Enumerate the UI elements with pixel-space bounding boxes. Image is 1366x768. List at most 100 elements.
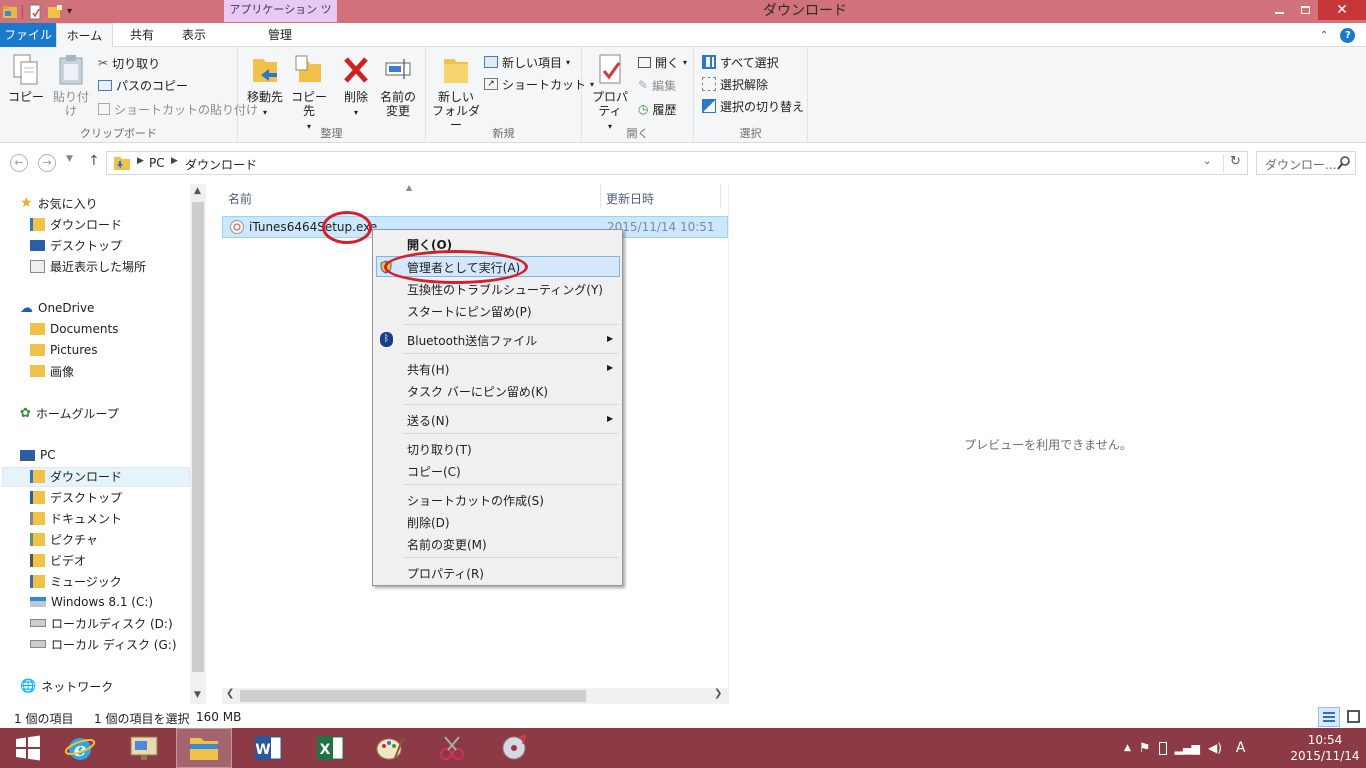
forward-button[interactable]: → xyxy=(38,154,56,172)
taskbar-ie[interactable]: e xyxy=(52,728,108,768)
menu-item-send-to[interactable]: 送る(N) xyxy=(407,412,449,429)
back-button[interactable]: ← xyxy=(10,154,28,172)
ribbon-collapse-icon[interactable]: ⌃ xyxy=(1320,30,1328,41)
column-divider[interactable] xyxy=(600,184,601,208)
nav-network[interactable]: 🌐 ネットワーク xyxy=(20,676,113,696)
action-center-flag-icon[interactable]: ⚑ xyxy=(1139,741,1151,756)
volume-icon[interactable]: ◀) xyxy=(1208,741,1222,755)
menu-item-cut[interactable]: 切り取り(T) xyxy=(407,441,472,458)
taskbar-file-explorer[interactable] xyxy=(176,728,232,768)
select-none-button[interactable]: 選択解除 xyxy=(702,74,768,94)
nav-scroll-down-icon[interactable]: ▼ xyxy=(194,690,201,700)
scroll-left-icon[interactable]: ❮ xyxy=(226,688,234,699)
taskbar-excel[interactable]: X xyxy=(302,728,358,768)
open-button[interactable]: 開く ▾ xyxy=(638,52,687,72)
nav-drive-g[interactable]: ローカル ディスク (G:) xyxy=(30,634,177,654)
tab-view[interactable]: 表示 xyxy=(172,23,216,47)
menu-item-troubleshoot-compat[interactable]: 互換性のトラブルシューティング(Y) xyxy=(407,281,603,298)
new-folder-icon[interactable] xyxy=(47,4,63,20)
menu-item-properties[interactable]: プロパティ(R) xyxy=(407,565,484,582)
refresh-button[interactable]: ↻ xyxy=(1223,154,1247,172)
horizontal-scrollbar[interactable]: ❮ ❯ xyxy=(222,688,728,704)
breadcrumb-pc[interactable]: PC xyxy=(149,156,165,170)
new-folder-button[interactable]: 新しい フォルダー xyxy=(430,53,482,132)
history-button[interactable]: ◷ 履歴 xyxy=(638,99,677,119)
nav-fav-recent[interactable]: 最近表示した場所 xyxy=(30,256,146,276)
nav-pc-desktop[interactable]: デスクトップ xyxy=(30,487,122,507)
properties-icon[interactable] xyxy=(27,4,43,20)
nav-onedrive-pictures[interactable]: Pictures xyxy=(30,340,98,360)
nav-drive-d[interactable]: ローカルディスク (D:) xyxy=(30,613,173,633)
battery-icon[interactable] xyxy=(1158,741,1167,755)
tray-expand-icon[interactable]: ▲ xyxy=(1124,743,1131,753)
taskbar-paint[interactable] xyxy=(362,728,418,768)
taskbar-snipping-tool[interactable] xyxy=(424,728,480,768)
nav-onedrive-images[interactable]: 画像 xyxy=(30,361,74,381)
network-signal-icon[interactable]: ▂▄▆ xyxy=(1175,742,1200,755)
edit-button[interactable]: ✎ 編集 xyxy=(638,75,676,95)
qat-customize-icon[interactable]: ▾ xyxy=(67,6,72,17)
nav-scroll-up-icon[interactable]: ▲ xyxy=(194,186,201,196)
invert-selection-button[interactable]: 選択の切り替え xyxy=(702,96,804,116)
taskbar-word[interactable]: W xyxy=(240,728,296,768)
taskbar-media-app[interactable] xyxy=(486,728,542,768)
column-header-name[interactable]: 名前 xyxy=(228,190,252,207)
copy-to-button[interactable]: コピー先 ▾ xyxy=(286,53,332,134)
menu-item-copy[interactable]: コピー(C) xyxy=(407,463,461,480)
tab-home[interactable]: ホーム xyxy=(56,23,113,48)
tab-file[interactable]: ファイル xyxy=(0,23,56,47)
easy-access-button[interactable]: ↗ ショートカット ▾ xyxy=(484,74,594,94)
help-icon[interactable]: ? xyxy=(1340,27,1356,43)
menu-item-rename[interactable]: 名前の変更(M) xyxy=(407,536,487,553)
nav-pc-documents[interactable]: ドキュメント xyxy=(30,508,122,528)
up-button[interactable]: ↑ xyxy=(88,153,100,169)
minimize-button[interactable] xyxy=(1266,0,1292,20)
nav-scrollbar-thumb[interactable] xyxy=(192,202,204,672)
folder-app-icon[interactable] xyxy=(2,4,18,20)
restore-button[interactable] xyxy=(1292,0,1318,20)
menu-item-pin-taskbar[interactable]: タスク バーにピン留め(K) xyxy=(407,383,548,400)
copy-button[interactable]: コピー xyxy=(8,53,44,104)
menu-item-share[interactable]: 共有(H) xyxy=(407,361,449,378)
nav-fav-downloads[interactable]: ダウンロード xyxy=(30,214,122,234)
scroll-right-icon[interactable]: ❯ xyxy=(714,688,722,699)
cut-button[interactable]: ✂ 切り取り xyxy=(98,53,160,73)
recent-locations-button[interactable]: ▼ xyxy=(66,154,73,164)
ime-mode-indicator[interactable]: A xyxy=(1236,740,1246,756)
menu-item-delete[interactable]: 削除(D) xyxy=(407,514,450,531)
menu-item-create-shortcut[interactable]: ショートカットの作成(S) xyxy=(407,492,544,509)
breadcrumb-downloads[interactable]: ダウンロード xyxy=(185,156,257,173)
close-button[interactable]: ✕ xyxy=(1318,0,1366,20)
move-to-button[interactable]: 移動先 ▾ xyxy=(242,53,288,120)
menu-item-pin-start[interactable]: スタートにピン留め(P) xyxy=(407,303,532,320)
delete-button[interactable]: 削除 ▾ xyxy=(338,53,374,120)
address-history-dropdown-icon[interactable]: ⌄ xyxy=(1203,156,1211,167)
nav-pc-downloads[interactable]: ダウンロード xyxy=(30,466,122,486)
nav-pc-pictures[interactable]: ピクチャ xyxy=(30,529,98,549)
breadcrumb-separator-icon[interactable]: ▶ xyxy=(171,156,178,166)
search-box[interactable]: ダウンロー... xyxy=(1256,151,1356,175)
copy-path-button[interactable]: パスのコピー xyxy=(98,75,188,95)
nav-onedrive-documents[interactable]: Documents xyxy=(30,319,118,339)
address-bar[interactable]: ▶ PC ▶ ダウンロード ⌄ ↻ xyxy=(106,151,1248,175)
properties-button[interactable]: プロパティ ▾ xyxy=(586,53,634,134)
paste-shortcut-button[interactable]: ショートカットの貼り付け xyxy=(98,99,258,119)
paste-button[interactable]: 貼り付け xyxy=(50,53,92,118)
start-button[interactable] xyxy=(0,728,56,768)
nav-drive-c[interactable]: Windows 8.1 (C:) xyxy=(30,592,153,612)
tab-share[interactable]: 共有 xyxy=(120,23,164,47)
horizontal-scrollbar-thumb[interactable] xyxy=(240,690,586,702)
breadcrumb-separator-icon[interactable]: ▶ xyxy=(137,156,144,166)
details-view-button[interactable] xyxy=(1318,707,1340,727)
taskbar-presentation-app[interactable] xyxy=(116,728,172,768)
nav-fav-desktop[interactable]: デスクトップ xyxy=(30,235,122,255)
menu-item-bluetooth[interactable]: Bluetooth送信ファイル xyxy=(407,332,537,349)
rename-button[interactable]: 名前の 変更 xyxy=(378,53,418,118)
nav-pc-videos[interactable]: ビデオ xyxy=(30,550,86,570)
nav-homegroup[interactable]: ✿ ホームグループ xyxy=(20,403,119,423)
nav-onedrive[interactable]: ☁ OneDrive xyxy=(20,298,94,318)
large-icons-view-button[interactable] xyxy=(1344,707,1364,727)
new-item-button[interactable]: 新しい項目 ▾ xyxy=(484,52,570,72)
taskbar-clock[interactable]: 10:54 2015/11/14 xyxy=(1290,732,1360,764)
column-header-date[interactable]: 更新日時 xyxy=(606,190,654,207)
